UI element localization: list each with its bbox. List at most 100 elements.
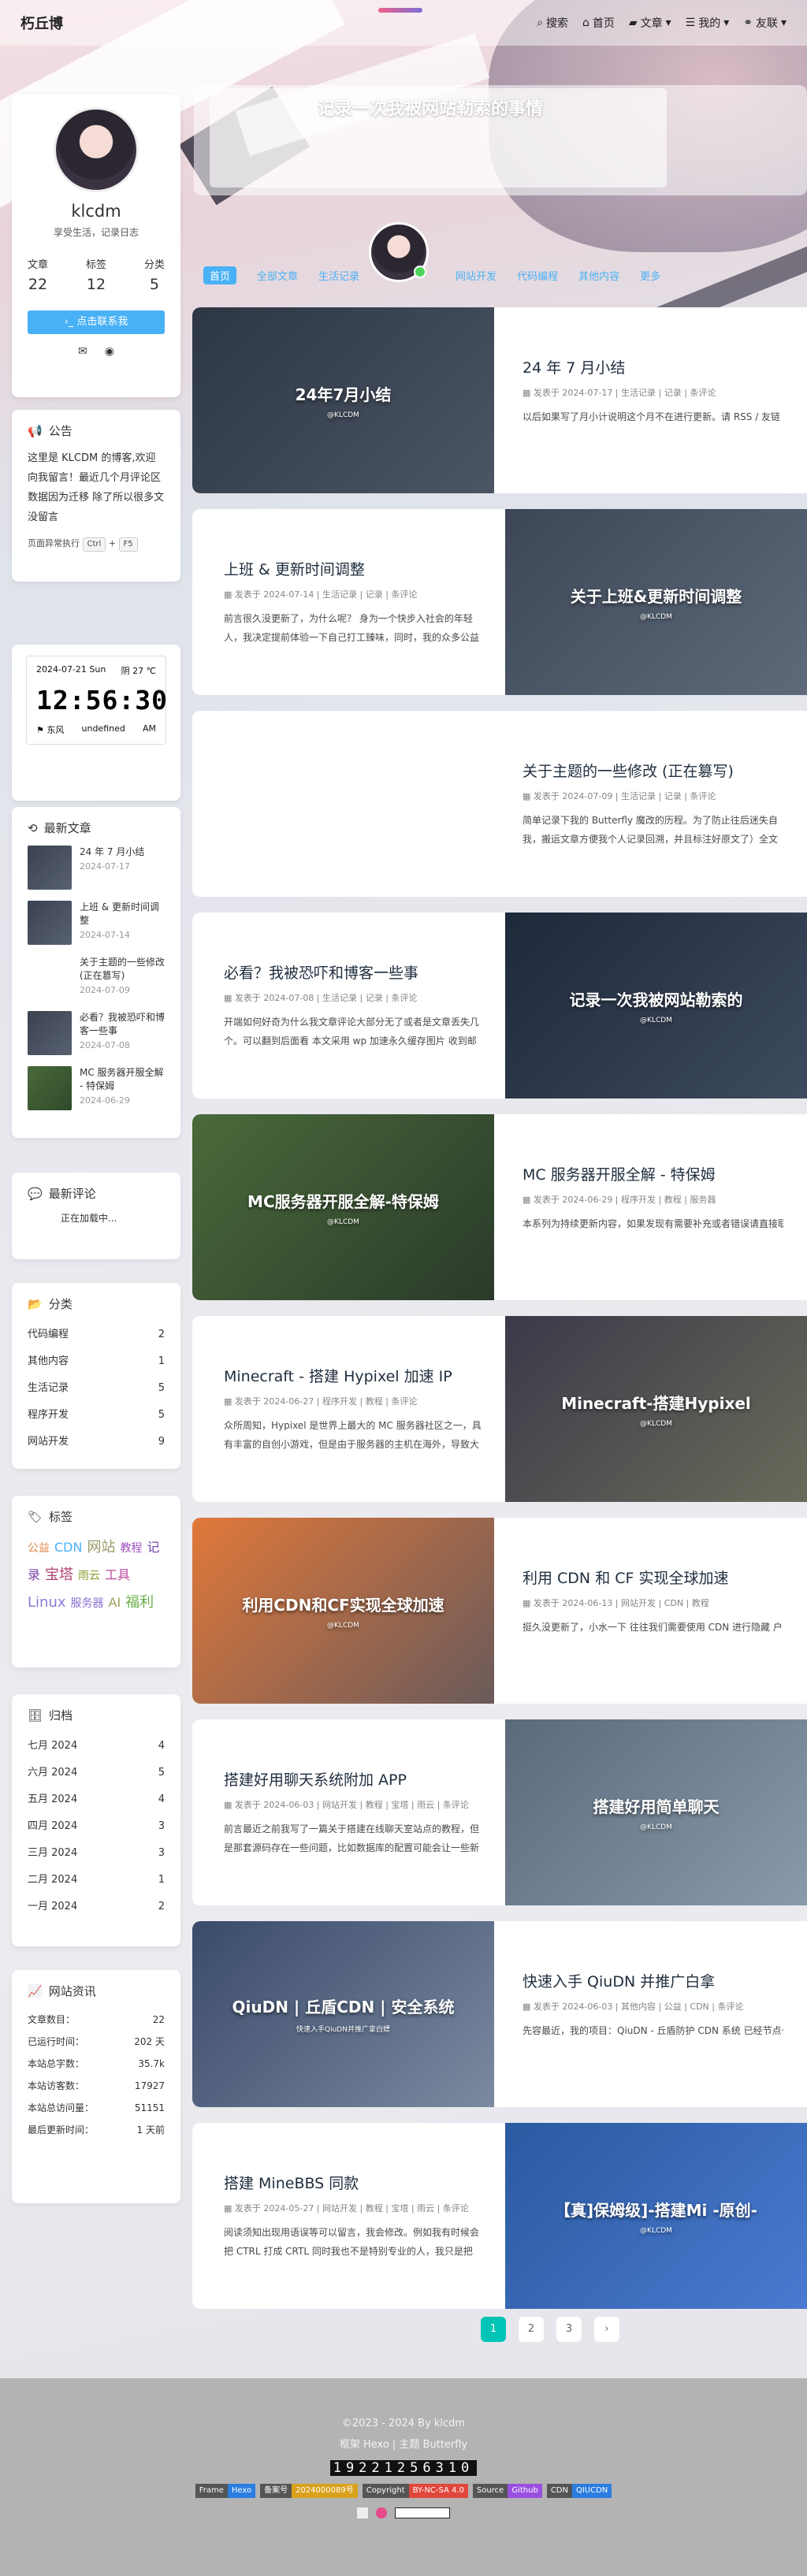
post-title[interactable]: 搭建好用聊天系统附加 APP — [224, 1768, 482, 1790]
post-info: 搭建好用聊天系统附加 APP ▦ 发表于 2024-06-03 | 网站开发 | … — [192, 1719, 505, 1905]
post-cover[interactable]: QiuDN | 丘盾CDN | 安全系统 快速入手QiuDN并推广拿白嫖 — [192, 1921, 494, 2107]
post-title[interactable]: 24 年 7 月小结 — [523, 356, 783, 377]
webinfo-card: 📈 网站资讯 文章数目： 22 已运行时间： 202 天 本站总字数： 35.7k 本站… — [12, 1970, 180, 2203]
author-avatar[interactable] — [369, 222, 429, 282]
cat-more[interactable]: 更多 — [640, 268, 660, 283]
archive-item[interactable]: 六月 2024 5 — [28, 1760, 165, 1786]
cat-other[interactable]: 其他内容 — [578, 268, 619, 283]
post-card[interactable]: 利用CDN和CF实现全球加速 @KLCDM 利用 CDN 和 CF 实现全球加速 ▦ … — [192, 1518, 807, 1704]
category-item[interactable]: 生活记录 5 — [28, 1375, 165, 1402]
post-card[interactable]: 【真]保姆级]-搭建Mi -原创- @KLCDM 搭建 MineBBS 同款 ▦ 发表… — [192, 2123, 807, 2309]
post-title[interactable]: 利用 CDN 和 CF 实现全球加速 — [523, 1567, 783, 1588]
page-2[interactable]: 2 — [519, 2317, 544, 2342]
post-card[interactable]: 关于主题的一些修改 (正在篡写) ▦ 发表于 2024-07-09 | 生活记录 … — [192, 711, 807, 897]
nav-articles[interactable]: ▰ 文章 ▾ — [629, 15, 671, 31]
post-cover[interactable]: 搭建好用简单聊天 @KLCDM — [505, 1719, 807, 1905]
post-cover[interactable]: 【真]保姆级]-搭建Mi -原创- @KLCDM — [505, 2123, 807, 2309]
nav-home[interactable]: ⌂ 首页 — [582, 15, 615, 31]
stat-articles[interactable]: 文章 22 — [28, 256, 48, 293]
hero-banner[interactable]: 记录一次我被网站勒索的事情 — [194, 85, 807, 195]
recent-post[interactable]: 上班 & 更新时间调整 2024-07-14 — [28, 901, 165, 945]
category-item[interactable]: 网站开发 9 — [28, 1429, 165, 1455]
post-title[interactable]: MC 服务器开服全解 - 特保姆 — [523, 1163, 783, 1184]
tag-item[interactable]: 工具 — [105, 1567, 130, 1582]
rss-icon[interactable]: ◉ — [105, 345, 114, 358]
tag-item[interactable]: 网站 — [87, 1539, 115, 1556]
recent-post[interactable]: 24 年 7 月小结 2024-07-17 — [28, 846, 165, 890]
post-cover[interactable]: 关于上班&更新时间调整 @KLCDM — [505, 509, 807, 695]
tag-item[interactable]: AI — [109, 1595, 121, 1610]
page-1[interactable]: 1 — [481, 2317, 506, 2342]
tag-item[interactable]: 公益 — [28, 1542, 50, 1555]
archive-item[interactable]: 三月 2024 3 — [28, 1840, 165, 1867]
tag-item[interactable]: 宝塔 — [45, 1567, 73, 1583]
contact-button[interactable]: ›_ 点击联系我 — [28, 310, 165, 334]
archive-item[interactable]: 七月 2024 4 — [28, 1733, 165, 1760]
post-excerpt: 先容最近，我的项目：QiuDN - 丘盾防护 CDN 系统 已经节点也上满，开启… — [523, 2024, 783, 2036]
post-card[interactable]: MC服务器开服全解-特保姆 @KLCDM MC 服务器开服全解 - 特保姆 ▦ 发表于… — [192, 1114, 807, 1300]
post-card[interactable]: 记录一次我被网站勒索的 @KLCDM 必看？我被恐吓和博客一些事 ▦ 发表于 2024… — [192, 913, 807, 1098]
cat-web[interactable]: 网站开发 — [456, 268, 496, 283]
recent-post[interactable]: 必看？我被恐吓和博客一些事 2024-07-08 — [28, 1011, 165, 1055]
recent-post[interactable]: 关于主题的一些修改 (正在篡写) 2024-07-09 — [28, 956, 165, 1000]
heart-icon — [376, 2507, 387, 2518]
clock-wind: ⚑ 东风 — [36, 725, 65, 735]
next-page-icon[interactable]: › — [594, 2317, 619, 2342]
tag-item[interactable]: 福利 — [125, 1594, 154, 1611]
footer-badge[interactable]: Frame Hexo — [195, 2484, 256, 2498]
post-title[interactable]: 必看？我被恐吓和博客一些事 — [224, 961, 482, 983]
footer-badge[interactable]: Copyright BY-NC-SA 4.0 — [362, 2484, 468, 2498]
avatar[interactable] — [54, 107, 139, 192]
archive-item[interactable]: 二月 2024 1 — [28, 1867, 165, 1894]
email-icon[interactable]: ✉ — [78, 345, 87, 358]
comments-loading: 正在加载中... — [61, 1213, 117, 1224]
author-card: klcdm 享受生活，记录日志 文章 22 标签 12 分类 5 ›_ 点击联系我 ✉… — [12, 95, 180, 397]
category-item[interactable]: 其他内容 1 — [28, 1348, 165, 1375]
cat-code[interactable]: 代码编程 — [517, 268, 558, 283]
post-card[interactable]: Minecraft-搭建Hypixel @KLCDM Minecraft - 搭建 … — [192, 1316, 807, 1502]
category-item[interactable]: 代码编程 2 — [28, 1321, 165, 1348]
post-title[interactable]: 搭建 MineBBS 同款 — [224, 2172, 482, 2193]
post-title[interactable]: 快速入手 QiuDN 并推广白拿 — [523, 1970, 783, 1991]
tag-item[interactable]: CDN — [54, 1540, 82, 1555]
post-title[interactable]: 关于主题的一些修改 (正在篡写) — [523, 760, 783, 781]
top-nav: 朽丘博 ⌕ 搜索 ⌂ 首页 ▰ 文章 ▾ ☰ 我的 ▾ ⚭ 友联 ▾ — [0, 0, 807, 46]
page-3[interactable]: 3 — [556, 2317, 582, 2342]
archive-item[interactable]: 四月 2024 3 — [28, 1813, 165, 1840]
post-cover[interactable]: 24年7月小结 @KLCDM — [192, 307, 494, 493]
post-cover[interactable]: Minecraft-搭建Hypixel @KLCDM — [505, 1316, 807, 1502]
nav-search[interactable]: ⌕ 搜索 — [537, 15, 568, 31]
archive-item[interactable]: 五月 2024 4 — [28, 1786, 165, 1813]
tag-item[interactable]: 服务器 — [71, 1597, 104, 1610]
recent-post[interactable]: MC 服务器开服全解 - 特保姆 2024-06-29 — [28, 1066, 165, 1110]
post-card[interactable]: 24年7月小结 @KLCDM 24 年 7 月小结 ▦ 发表于 2024-07-17 … — [192, 307, 807, 493]
footer-badge[interactable]: 备案号 2024000089号 — [260, 2484, 358, 2498]
footer-badge[interactable]: CDN QIUCDN — [546, 2484, 612, 2498]
post-card[interactable]: 关于上班&更新时间调整 @KLCDM 上班 & 更新时间调整 ▦ 发表于 2024-0… — [192, 509, 807, 695]
cat-life[interactable]: 生活记录 — [318, 268, 359, 283]
tag-item[interactable]: 雨云 — [78, 1570, 100, 1582]
nav-mine[interactable]: ☰ 我的 ▾ — [686, 15, 730, 31]
post-meta: ▦ 发表于 2024-07-08 | 生活记录 | 记录 | 条评论 — [224, 992, 418, 1003]
post-cover[interactable]: 记录一次我被网站勒索的 @KLCDM — [505, 913, 807, 1098]
category-item[interactable]: 程序开发 5 — [28, 1402, 165, 1429]
cat-all[interactable]: 全部文章 — [257, 268, 298, 283]
post-cover[interactable] — [192, 711, 494, 897]
archive-item[interactable]: 一月 2024 2 — [28, 1894, 165, 1920]
stat-tags[interactable]: 标签 12 — [86, 256, 106, 293]
tag-item[interactable]: Linux — [28, 1594, 66, 1611]
post-title[interactable]: Minecraft - 搭建 Hypixel 加速 IP — [224, 1365, 482, 1386]
post-cover[interactable]: MC服务器开服全解-特保姆 @KLCDM — [192, 1114, 494, 1300]
cat-home[interactable]: 首页 — [203, 266, 237, 284]
stat-categories[interactable]: 分类 5 — [144, 256, 165, 293]
nav-friends[interactable]: ⚭ 友联 ▾ — [743, 15, 787, 31]
post-excerpt: 前言很久没更新了，为什么呢？ 身为一个快步入社会的年轻人，我决定提前体验一下自己… — [224, 612, 480, 643]
footer-badge[interactable]: Source Github — [472, 2484, 542, 2498]
post-title[interactable]: 上班 & 更新时间调整 — [224, 558, 482, 579]
post-card[interactable]: QiuDN | 丘盾CDN | 安全系统 快速入手QiuDN并推广拿白嫖 快速入手 … — [192, 1921, 807, 2107]
site-brand[interactable]: 朽丘博 — [20, 13, 63, 33]
tag-item[interactable]: 教程 — [120, 1542, 142, 1555]
post-card[interactable]: 搭建好用简单聊天 @KLCDM 搭建好用聊天系统附加 APP ▦ 发表于 2024-0… — [192, 1719, 807, 1905]
post-cover[interactable]: 利用CDN和CF实现全球加速 @KLCDM — [192, 1518, 494, 1704]
recent-thumbnail — [28, 1011, 72, 1055]
